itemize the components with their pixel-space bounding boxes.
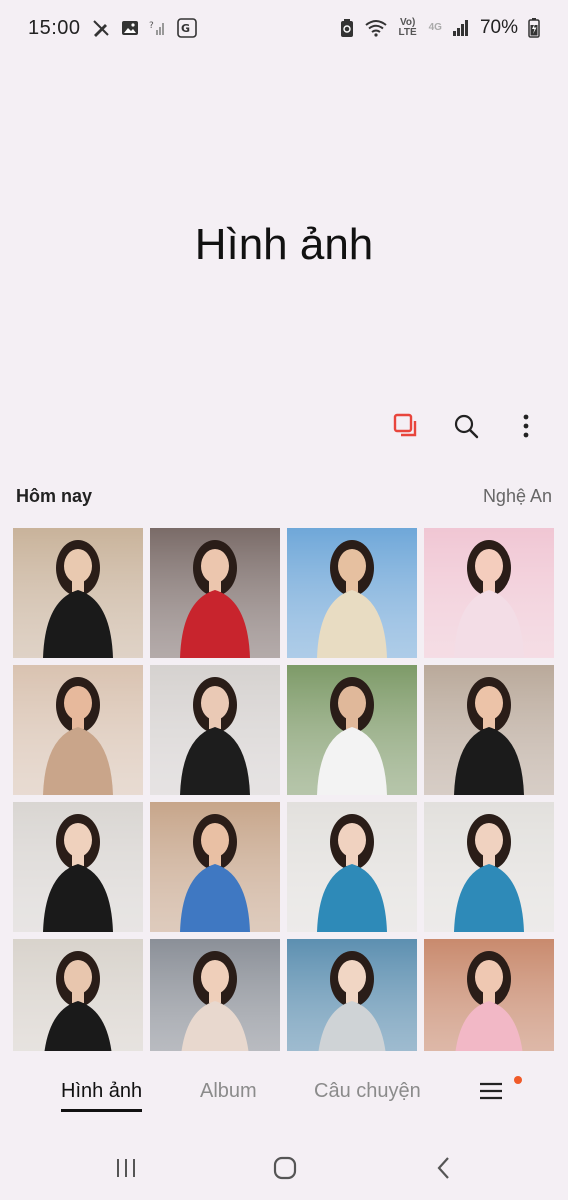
photo-thumbnail[interactable]: [150, 939, 280, 1051]
home-icon[interactable]: [271, 1154, 299, 1182]
status-left: 15:00 ? G: [28, 17, 197, 40]
photo-image: [424, 802, 554, 932]
search-icon[interactable]: [450, 410, 482, 442]
battery-percent: 70%: [479, 17, 518, 38]
photo-thumbnail[interactable]: [287, 802, 417, 932]
tab-stories[interactable]: Câu chuyện: [314, 1080, 421, 1109]
photo-thumbnail[interactable]: [13, 802, 143, 932]
photo-image: [424, 665, 554, 795]
battery-icon: [528, 18, 540, 38]
photo-grid: [13, 528, 554, 1051]
more-options-icon[interactable]: [510, 410, 542, 442]
status-bar: 15:00 ? G Vo) LTE 4G 70%: [0, 0, 568, 56]
photo-thumbnail[interactable]: [424, 802, 554, 932]
status-time: 15:00: [28, 16, 81, 39]
photo-thumbnail[interactable]: [13, 528, 143, 658]
photo-thumbnail[interactable]: [150, 802, 280, 932]
photo-image: [287, 665, 417, 795]
tab-pictures[interactable]: Hình ảnh: [61, 1080, 143, 1112]
photo-image: [287, 528, 417, 658]
select-icon[interactable]: [390, 410, 422, 442]
photo-image: [150, 528, 280, 658]
svg-text:G: G: [181, 22, 190, 35]
notification-badge: [514, 1076, 522, 1084]
status-right: Vo) LTE 4G 70%: [339, 17, 540, 39]
photo-image: [13, 939, 143, 1051]
recycle-icon: [339, 18, 355, 38]
photo-thumbnail[interactable]: [424, 939, 554, 1051]
photo-thumbnail[interactable]: [150, 665, 280, 795]
photo-thumbnail[interactable]: [287, 528, 417, 658]
photo-thumbnail[interactable]: [150, 528, 280, 658]
photo-image: [150, 665, 280, 795]
photo-image: [13, 528, 143, 658]
photo-image: [287, 802, 417, 932]
photo-thumbnail[interactable]: [13, 665, 143, 795]
photo-image: [13, 802, 143, 932]
photo-thumbnail[interactable]: [13, 939, 143, 1051]
toolbar: [390, 404, 542, 448]
tab-albums[interactable]: Album: [200, 1080, 257, 1109]
image-icon: [121, 19, 139, 37]
section-location[interactable]: Nghệ An: [483, 486, 552, 507]
pen-off-icon: [91, 18, 111, 38]
photo-image: [13, 665, 143, 795]
photo-image: [424, 939, 554, 1051]
photo-thumbnail[interactable]: [424, 528, 554, 658]
recent-apps-icon[interactable]: [112, 1154, 140, 1182]
photo-thumbnail[interactable]: [287, 665, 417, 795]
photo-image: [150, 939, 280, 1051]
photo-image: [287, 939, 417, 1051]
svg-text:?: ?: [149, 21, 154, 31]
bottom-tab-bar: Hình ảnh Album Câu chuyện: [0, 1070, 568, 1118]
photo-image: [150, 802, 280, 932]
photo-thumbnail[interactable]: [287, 939, 417, 1051]
signal-icon: [452, 19, 470, 37]
4g-icon: 4G: [428, 22, 442, 33]
section-header: Hôm nay Nghệ An: [16, 486, 552, 507]
hamburger-menu-icon[interactable]: [478, 1078, 506, 1106]
translate-icon: G: [176, 18, 197, 38]
page-title: Hình ảnh: [194, 220, 374, 269]
volte-icon: Vo) LTE: [398, 17, 417, 38]
signal-question-icon: ?: [149, 19, 167, 37]
section-date: Hôm nay: [16, 486, 93, 506]
back-icon[interactable]: [430, 1154, 458, 1182]
system-nav-bar: [0, 1140, 568, 1196]
wifi-icon: [365, 19, 387, 37]
photo-image: [424, 528, 554, 658]
photo-thumbnail[interactable]: [424, 665, 554, 795]
